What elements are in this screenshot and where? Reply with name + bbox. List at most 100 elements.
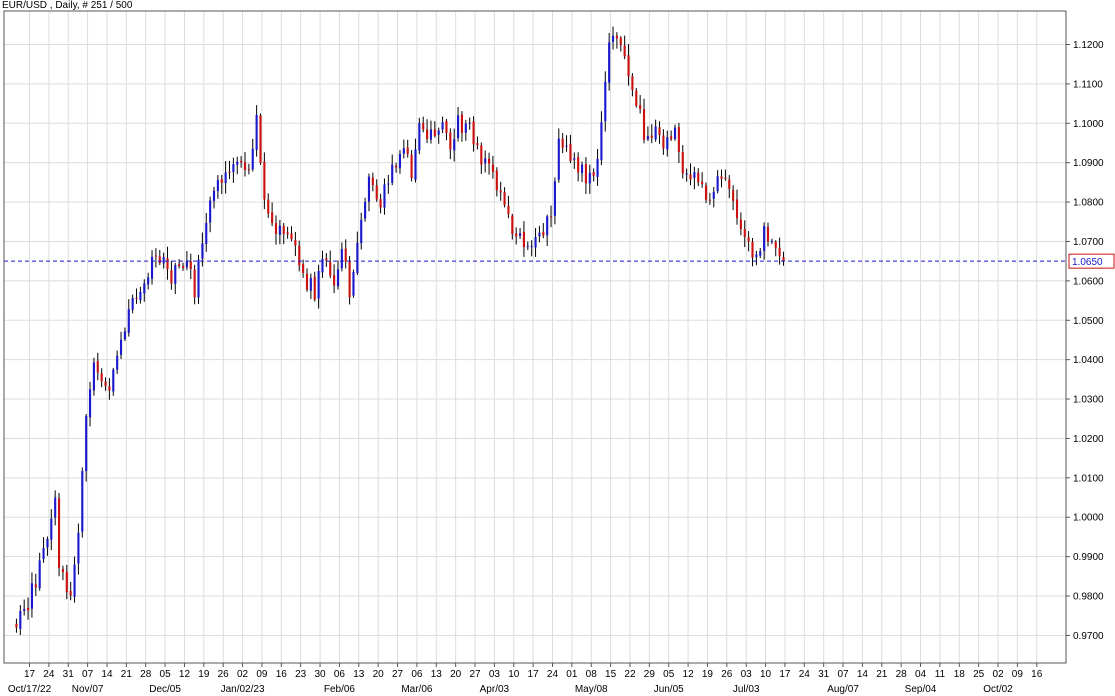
price-chart: 1.0650 1.1200 1.1100 1.1000 1.0900 1.0800 1.0… — [0, 0, 1115, 696]
candle-up — [38, 560, 41, 589]
x-tick-label: 16 — [276, 669, 288, 680]
candle-up — [73, 564, 76, 597]
candle-up — [143, 283, 146, 294]
candle-up — [546, 216, 549, 236]
x-tick-label: 11 — [935, 669, 946, 680]
y-tick-label: 0.9900 — [1073, 552, 1104, 563]
candle-down — [631, 76, 634, 91]
candle-down — [344, 248, 347, 262]
candle-up — [666, 137, 669, 150]
candle-up — [77, 532, 80, 564]
candle-up — [530, 246, 533, 248]
x-tick-label: 03 — [741, 669, 753, 680]
y-tick-label: 1.0000 — [1073, 513, 1104, 524]
candle-down — [592, 172, 595, 176]
x-tick-label: 04 — [915, 669, 927, 680]
candle-down — [491, 164, 495, 172]
candle-down — [774, 241, 777, 248]
candle-up — [464, 123, 467, 133]
candle-up — [352, 271, 355, 296]
candle-down — [189, 261, 192, 269]
x-tick-label: 15 — [605, 669, 617, 680]
x-month-label: Nov/07 — [72, 684, 104, 695]
candle-up — [123, 331, 126, 340]
candle-down — [410, 154, 413, 179]
candle-down — [294, 240, 297, 246]
candle-down — [433, 129, 436, 136]
candle-down — [371, 177, 374, 186]
candle-down — [379, 199, 382, 208]
x-month-label: Jul/03 — [733, 684, 760, 695]
candle-up — [646, 136, 649, 140]
candle-down — [708, 199, 711, 201]
candle-up — [484, 158, 487, 164]
y-tick-label: 1.1200 — [1073, 40, 1104, 51]
candle-down — [290, 233, 293, 240]
candle-down — [689, 174, 692, 180]
candle-up — [81, 471, 84, 532]
candle-down — [778, 247, 781, 257]
candle-up — [538, 232, 541, 237]
x-tick-label: 26 — [218, 669, 230, 680]
candle-down — [495, 170, 498, 191]
x-month-label: Apr/03 — [480, 684, 510, 695]
y-tick-label: 1.1100 — [1073, 79, 1103, 90]
x-month-label: Oct/02 — [983, 684, 1013, 695]
x-tick-label: 13 — [431, 669, 443, 680]
x-tick-label: 09 — [256, 669, 268, 680]
candle-down — [584, 163, 587, 184]
candle-down — [650, 135, 653, 138]
candle-down — [735, 199, 739, 219]
candle-down — [135, 297, 138, 299]
candle-down — [267, 199, 270, 214]
candle-down — [34, 584, 37, 588]
y-tick-label: 1.0300 — [1073, 395, 1104, 406]
x-tick-label: 17 — [24, 669, 36, 680]
candle-up — [174, 265, 177, 284]
candle-down — [627, 55, 630, 77]
candle-down — [728, 179, 731, 189]
x-month-label: Feb/06 — [324, 684, 356, 695]
x-tick-label: 27 — [469, 669, 481, 680]
candle-down — [449, 132, 452, 150]
x-tick-label: 26 — [721, 669, 733, 680]
candle-up — [278, 225, 281, 235]
candle-down — [704, 185, 708, 200]
candle-up — [588, 172, 591, 184]
candle-down — [158, 256, 161, 264]
x-tick-label: 24 — [547, 669, 559, 680]
candle-down — [670, 136, 673, 140]
candle-up — [557, 138, 560, 180]
candle-up — [131, 297, 134, 310]
x-month-label: Jan/02/23 — [221, 684, 265, 695]
candle-up — [437, 130, 440, 135]
candle-up — [596, 158, 599, 177]
x-month-label: Sep/04 — [905, 684, 937, 695]
candle-up — [336, 269, 340, 287]
x-month-label: Oct/17/22 — [8, 684, 52, 695]
candle-down — [193, 269, 196, 298]
candle-down — [766, 226, 770, 242]
candle-down — [658, 127, 661, 135]
candle-down — [577, 157, 580, 173]
candle-up — [30, 583, 33, 609]
x-tick-label: 25 — [973, 669, 985, 680]
x-month-label: Mar/06 — [401, 684, 433, 695]
candle-down — [499, 190, 502, 193]
candle-down — [522, 231, 525, 248]
x-tick-label: 07 — [82, 669, 94, 680]
candle-down — [476, 143, 479, 146]
candle-down — [259, 115, 262, 163]
candle-down — [480, 145, 483, 165]
x-tick-label: 27 — [392, 669, 404, 680]
candle-up — [383, 184, 386, 208]
x-tick-label: 05 — [160, 669, 172, 680]
candle-up — [518, 233, 522, 236]
candle-down — [619, 37, 622, 45]
x-tick-label: 28 — [140, 669, 152, 680]
y-tick-label: 1.0200 — [1073, 434, 1104, 445]
candle-up — [534, 237, 537, 248]
x-tick-label: 10 — [508, 669, 520, 680]
candle-down — [747, 237, 750, 242]
candle-up — [309, 277, 312, 291]
